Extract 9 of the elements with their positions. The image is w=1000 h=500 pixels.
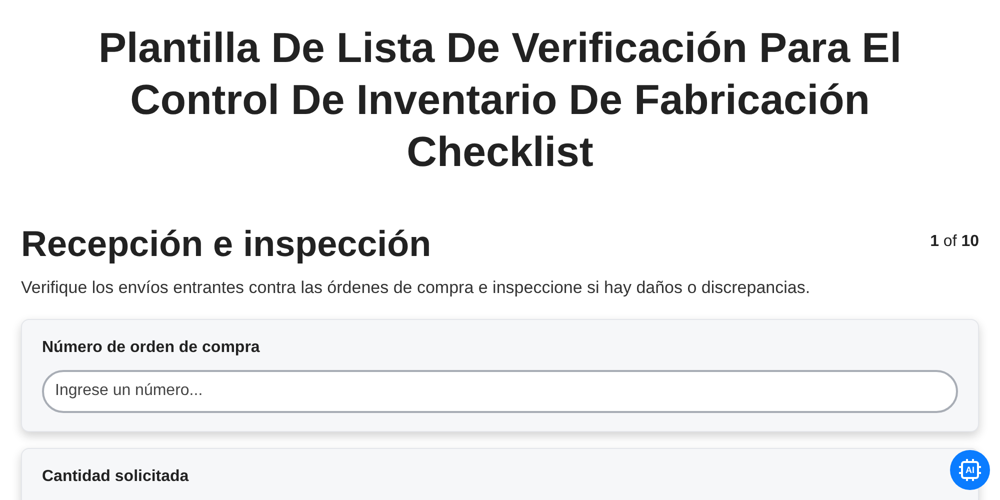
input-field[interactable]: Ingrese un número... <box>42 370 958 412</box>
section-title: Recepción e inspección <box>21 222 432 266</box>
ai-label: AI <box>966 466 974 474</box>
field-label: Cantidad solicitada <box>42 466 190 486</box>
section-description: Verifique los envíos entrantes contra las órdenes de compra e inspeccione si hay daños o discrepancias. <box>21 277 812 299</box>
page-counter: 1 of 10 <box>930 232 979 252</box>
field-label: Número de orden de compra <box>42 338 261 358</box>
chip-icon <box>958 458 982 482</box>
page-title: Plantilla De Lista De Verificación Para El Control De Inventario De Fabricación Checklist <box>97 23 902 177</box>
